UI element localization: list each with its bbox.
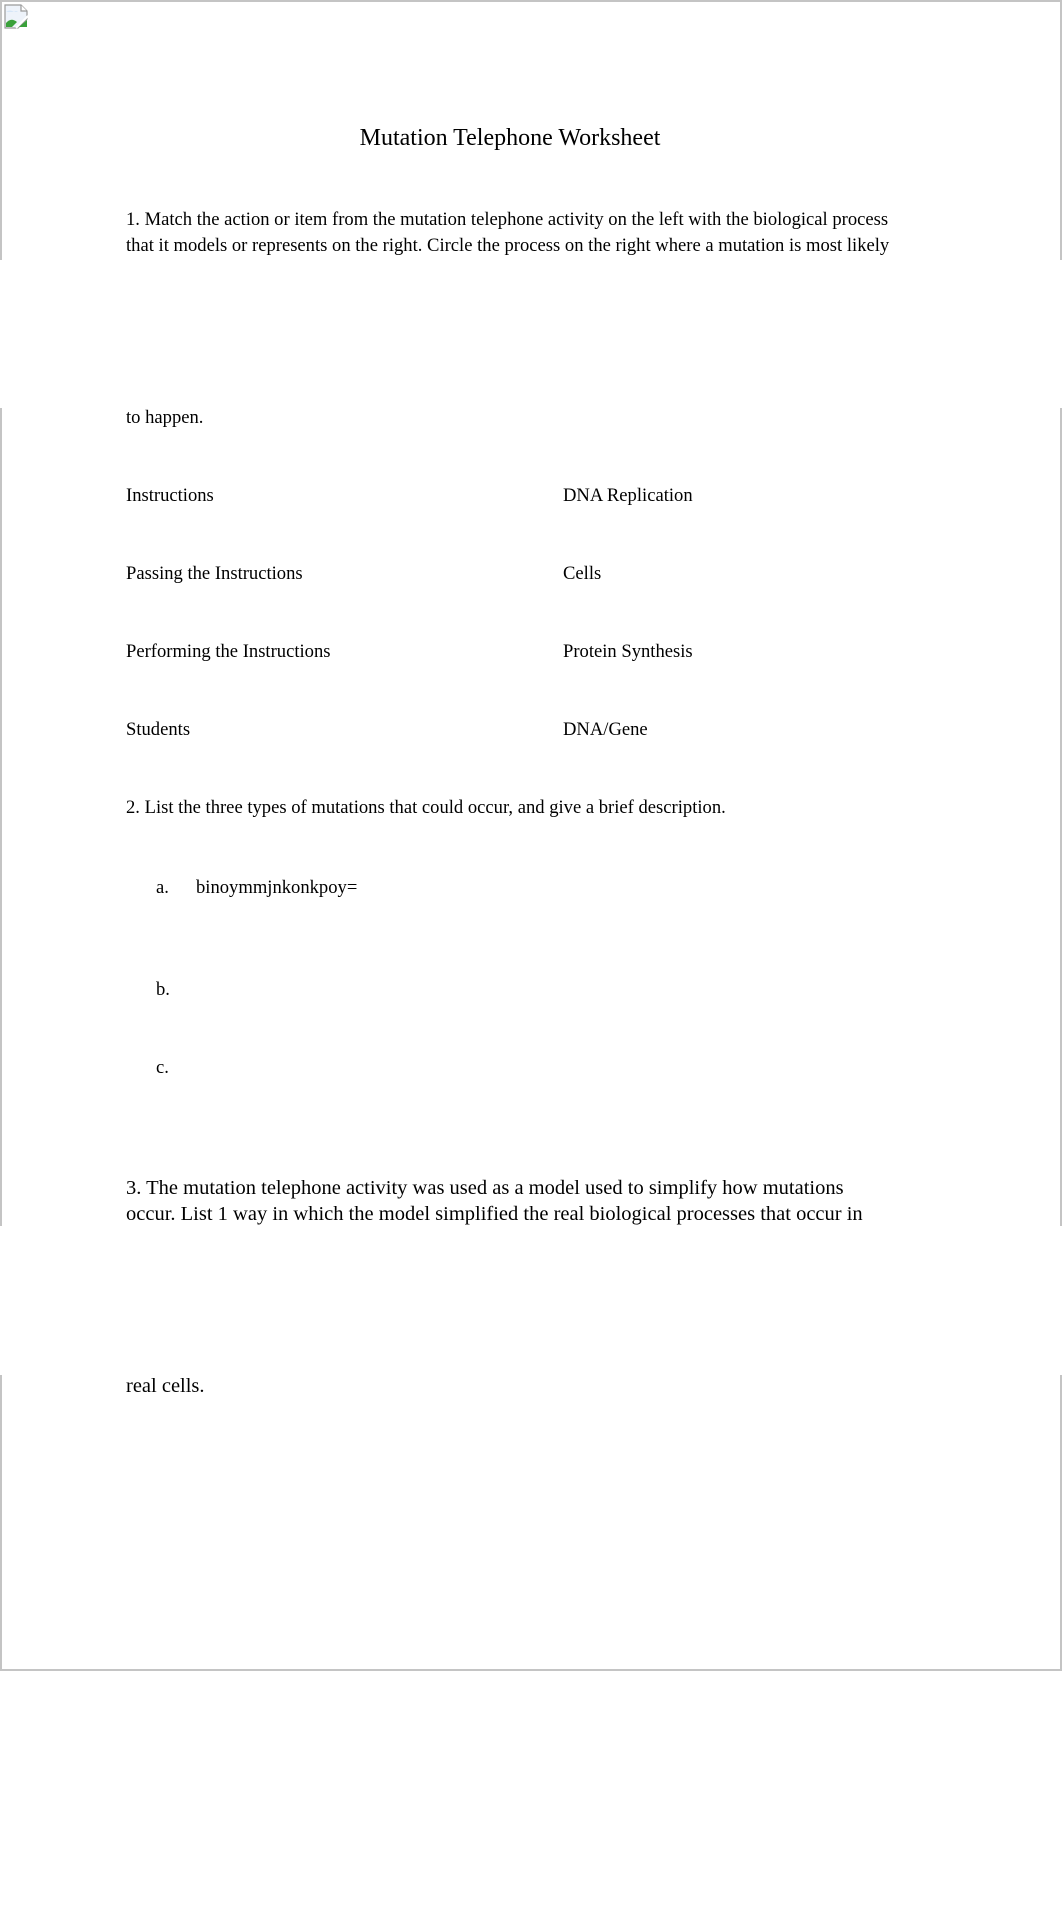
page-title: Mutation Telephone Worksheet (359, 125, 661, 151)
match-right-item: DNA Replication (563, 485, 693, 506)
answer-label-a: a. (156, 877, 169, 898)
page-border-left (0, 1375, 2, 1671)
question-1-text: 1. Match the action or item from the mut… (126, 209, 889, 230)
answer-field-b[interactable] (196, 977, 596, 1003)
question-3-text: 3. The mutation telephone activity was u… (126, 1177, 844, 1199)
answer-field-c[interactable] (196, 1055, 596, 1081)
question-3-text: real cells. (126, 1375, 205, 1397)
match-right-item: Protein Synthesis (563, 641, 693, 662)
broken-image-icon (4, 4, 29, 29)
answer-label-b: b. (156, 979, 170, 1000)
question-1-text: that it models or represents on the righ… (126, 235, 890, 256)
question-1-text: to happen. (126, 407, 204, 428)
question-2-text: 2. List the three types of mutations tha… (126, 797, 726, 818)
question-3-text: occur. List 1 way in which the model sim… (126, 1203, 863, 1225)
match-left-item: Instructions (126, 485, 214, 506)
match-right-item: DNA/Gene (563, 719, 648, 740)
page-border-bottom (0, 1669, 1062, 1671)
page-border-left (0, 408, 2, 1226)
answer-field-a[interactable]: binoymmjnkonkpoy= (196, 875, 357, 901)
match-left-item: Students (126, 719, 191, 740)
match-left-item: Performing the Instructions (126, 641, 331, 662)
document-page: Mutation Telephone Worksheet 1. Match th… (0, 0, 1062, 1672)
match-right-item: Cells (563, 563, 602, 584)
page-border-top (0, 0, 1062, 2)
answer-label-c: c. (156, 1057, 169, 1078)
match-left-item: Passing the Instructions (126, 563, 303, 584)
